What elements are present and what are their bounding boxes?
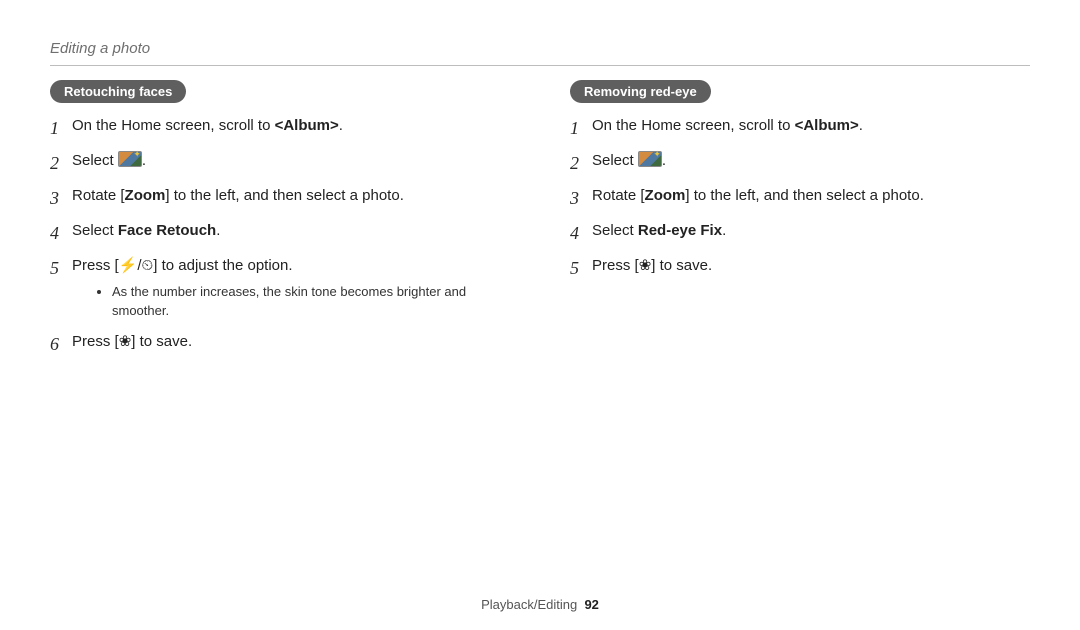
magic-wand-icon [638,151,662,167]
step-number: 5 [570,255,592,282]
step-number: 5 [50,255,72,282]
list-item: 5 Press [❀] to save. [570,255,1030,282]
list-item: 2 Select . [50,150,510,177]
timer-icon: ⏲ [142,257,154,274]
list-item: 4 Select Red-eye Fix. [570,220,1030,247]
step-text: On the Home screen, scroll to <Album>. [592,115,1030,138]
page-header: Editing a photo [50,40,1030,65]
sub-item: As the number increases, the skin tone b… [112,282,510,321]
step-number: 4 [570,220,592,247]
step-text: Press [⚡/⏲] to adjust the option. As the… [72,255,510,323]
list-item: 2 Select . [570,150,1030,177]
step-number: 2 [50,150,72,177]
column-removing-red-eye: Removing red-eye 1 On the Home screen, s… [570,80,1030,366]
step-text: Select . [72,150,510,173]
step-text: On the Home screen, scroll to <Album>. [72,115,510,138]
footer-page-number: 92 [584,597,598,612]
list-item: 5 Press [⚡/⏲] to adjust the option. As t… [50,255,510,323]
column-retouching-faces: Retouching faces 1 On the Home screen, s… [50,80,510,366]
flash-icon: ⚡ [119,257,138,274]
list-item: 4 Select Face Retouch. [50,220,510,247]
step-text: Press [❀] to save. [72,331,510,354]
steps-redeye: 1 On the Home screen, scroll to <Album>.… [570,115,1030,282]
list-item: 1 On the Home screen, scroll to <Album>. [50,115,510,142]
manual-page: Editing a photo Retouching faces 1 On th… [0,0,1080,630]
step-text: Rotate [Zoom] to the left, and then sele… [592,185,1030,208]
magic-wand-icon [118,151,142,167]
header-divider [50,65,1030,66]
section-heading-retouching: Retouching faces [50,80,186,103]
step-text: Select Face Retouch. [72,220,510,243]
footer-section: Playback/Editing [481,597,577,612]
content-columns: Retouching faces 1 On the Home screen, s… [50,80,1030,366]
macro-icon: ❀ [119,333,132,350]
step-text: Rotate [Zoom] to the left, and then sele… [72,185,510,208]
step-text: Select . [592,150,1030,173]
macro-icon: ❀ [639,257,652,274]
step-sublist: As the number increases, the skin tone b… [112,282,510,321]
list-item: 6 Press [❀] to save. [50,331,510,358]
step-number: 4 [50,220,72,247]
step-number: 3 [50,185,72,212]
step-number: 2 [570,150,592,177]
list-item: 3 Rotate [Zoom] to the left, and then se… [50,185,510,212]
page-footer: Playback/Editing 92 [0,597,1080,612]
section-heading-redeye: Removing red-eye [570,80,711,103]
step-text: Press [❀] to save. [592,255,1030,278]
step-number: 6 [50,331,72,358]
list-item: 1 On the Home screen, scroll to <Album>. [570,115,1030,142]
step-number: 1 [570,115,592,142]
step-text: Select Red-eye Fix. [592,220,1030,243]
list-item: 3 Rotate [Zoom] to the left, and then se… [570,185,1030,212]
step-number: 1 [50,115,72,142]
step-number: 3 [570,185,592,212]
steps-retouching: 1 On the Home screen, scroll to <Album>.… [50,115,510,358]
